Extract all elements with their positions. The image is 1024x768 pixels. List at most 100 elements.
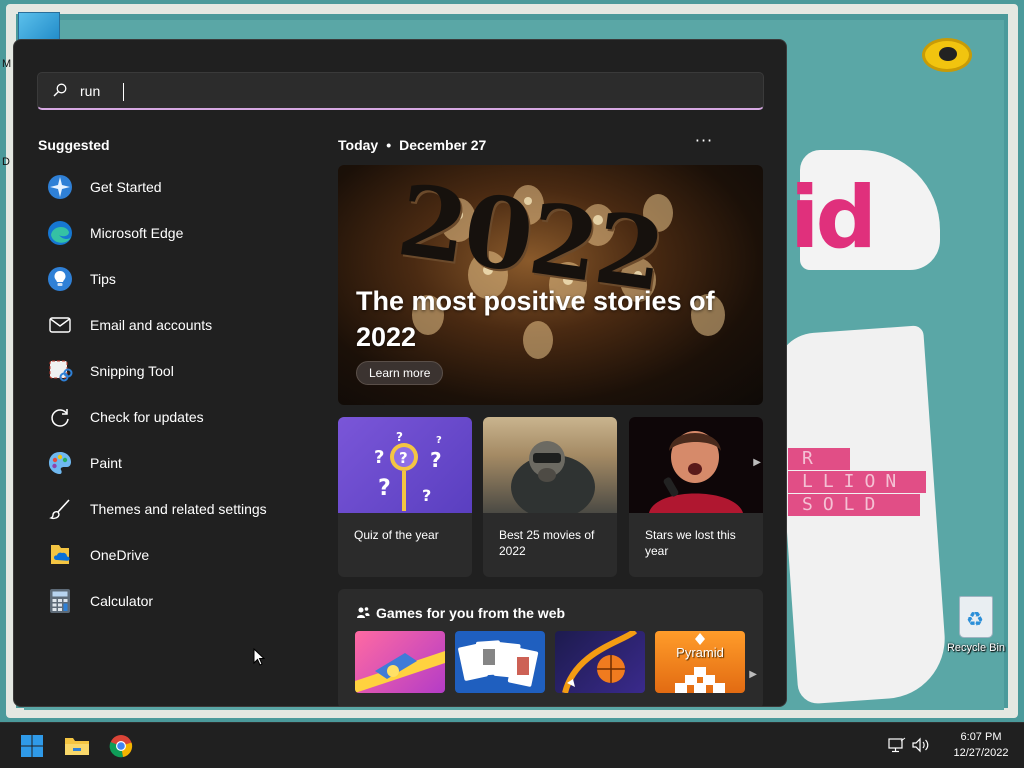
snipping-tool-icon bbox=[46, 357, 74, 385]
svg-text:?: ? bbox=[374, 447, 384, 468]
hero-card[interactable]: 2022 The most positive stories of 2022 L… bbox=[338, 165, 763, 405]
svg-text:?: ? bbox=[430, 448, 442, 472]
svg-text:?: ? bbox=[422, 486, 431, 505]
suggested-item-onedrive[interactable]: OneDrive bbox=[38, 532, 308, 578]
wallpaper-banner-2: LLION bbox=[788, 471, 926, 493]
quiz-image: ?? ?? ?? ? bbox=[338, 417, 472, 513]
suggested-heading: Suggested bbox=[38, 137, 110, 153]
refresh-icon bbox=[46, 403, 74, 431]
basketball-game-image bbox=[562, 631, 638, 693]
movie-pilot-image bbox=[483, 417, 617, 513]
suggested-item-tips[interactable]: Tips bbox=[38, 256, 308, 302]
chrome-button[interactable] bbox=[104, 729, 138, 763]
recycle-bin-desktop-icon[interactable]: Recycle Bin bbox=[944, 596, 1008, 654]
solitaire-cards-image bbox=[458, 640, 539, 687]
suggested-item-label: Get Started bbox=[90, 179, 162, 195]
suggested-item-label: OneDrive bbox=[90, 547, 150, 563]
suggested-item-label: Tips bbox=[90, 271, 116, 287]
suggested-item-label: Check for updates bbox=[90, 409, 204, 425]
onedrive-icon bbox=[46, 541, 74, 569]
search-input[interactable] bbox=[80, 79, 720, 103]
news-cards: ?? ?? ?? ? Quiz of the year Best 25 movi… bbox=[338, 417, 763, 577]
search-box[interactable] bbox=[37, 72, 764, 110]
edge-icon bbox=[46, 219, 74, 247]
paint-icon bbox=[46, 449, 74, 477]
start-menu: Suggested Get Started Microsoft Edge Tip… bbox=[13, 39, 787, 707]
game-tile-solitaire[interactable] bbox=[455, 631, 545, 693]
brush-icon bbox=[46, 495, 74, 523]
mail-icon bbox=[46, 311, 74, 339]
today-separator: • bbox=[386, 137, 392, 153]
suggested-item-label: Paint bbox=[90, 455, 122, 471]
desktop-icon-label-partial-2: D bbox=[2, 156, 10, 168]
wallpaper-banner-1: R bbox=[788, 448, 850, 470]
suggested-item-themes[interactable]: Themes and related settings bbox=[38, 486, 308, 532]
suggested-item-label: Calculator bbox=[90, 593, 154, 609]
get-started-icon bbox=[46, 173, 74, 201]
recycle-bin-label: Recycle Bin bbox=[946, 642, 1006, 654]
network-icon[interactable] bbox=[888, 737, 906, 753]
suggested-item-microsoft-edge[interactable]: Microsoft Edge bbox=[38, 210, 308, 256]
pyramid-title: Pyramid bbox=[676, 645, 724, 660]
games-title: Games for you from the web bbox=[356, 605, 565, 621]
wallpaper-banner-3: SOLD bbox=[788, 494, 920, 516]
more-options-button[interactable]: ··· bbox=[690, 132, 718, 154]
game-tile-pyramid[interactable]: Pyramid bbox=[655, 631, 745, 693]
card-label: Quiz of the year bbox=[354, 528, 439, 542]
search-icon bbox=[53, 83, 67, 97]
hero-title: The most positive stories of 2022 bbox=[356, 286, 715, 352]
chevron-right-icon[interactable]: ▶ bbox=[753, 457, 761, 468]
svg-text:?: ? bbox=[399, 449, 408, 467]
svg-text:?: ? bbox=[378, 476, 391, 501]
singer-image: ▶ bbox=[629, 417, 763, 513]
games-next-icon[interactable]: ▶ bbox=[749, 669, 757, 680]
clock-time: 6:07 PM bbox=[960, 731, 1002, 743]
folder-icon bbox=[65, 738, 89, 755]
suggested-item-snipping-tool[interactable]: Snipping Tool bbox=[38, 348, 308, 394]
volume-icon[interactable] bbox=[912, 737, 930, 753]
pyramid-game-image bbox=[675, 633, 725, 693]
taskbar: 6:07 PM 12/27/2022 bbox=[0, 722, 1024, 768]
games-people-icon bbox=[357, 607, 370, 618]
suggested-list: Get Started Microsoft Edge Tips Email an… bbox=[38, 164, 308, 624]
suggested-item-check-for-updates[interactable]: Check for updates bbox=[38, 394, 308, 440]
recycle-bin-icon bbox=[959, 596, 993, 638]
svg-text:?: ? bbox=[396, 430, 403, 444]
suggested-item-label: Themes and related settings bbox=[90, 501, 267, 517]
wallpaper-bird-badge bbox=[922, 38, 972, 72]
suggested-item-paint[interactable]: Paint bbox=[38, 440, 308, 486]
file-explorer-button[interactable] bbox=[60, 729, 94, 763]
suggested-item-label: Email and accounts bbox=[90, 317, 213, 333]
tips-icon bbox=[46, 265, 74, 293]
card-label: Best 25 movies of 2022 bbox=[499, 528, 595, 558]
chrome-icon bbox=[109, 735, 133, 758]
suggested-item-email-accounts[interactable]: Email and accounts bbox=[38, 302, 308, 348]
text-caret bbox=[123, 83, 124, 101]
racing-game-image bbox=[355, 651, 445, 693]
calculator-icon bbox=[46, 587, 74, 615]
windows-logo-icon bbox=[21, 735, 43, 757]
game-tile-basketball[interactable] bbox=[555, 631, 645, 693]
suggested-item-get-started[interactable]: Get Started bbox=[38, 164, 308, 210]
suggested-item-calculator[interactable]: Calculator bbox=[38, 578, 308, 624]
today-header: Today • December 27 bbox=[338, 137, 486, 153]
svg-text:?: ? bbox=[436, 435, 442, 446]
start-button[interactable] bbox=[15, 729, 49, 763]
card-quiz-of-the-year[interactable]: ?? ?? ?? ? Quiz of the year bbox=[338, 417, 472, 577]
learn-more-button[interactable]: Learn more bbox=[356, 361, 444, 385]
games-section: Games for you from the web Pyramid ▶ bbox=[338, 589, 763, 706]
mouse-cursor-icon bbox=[253, 648, 265, 666]
card-stars-we-lost[interactable]: ▶ Stars we lost this year bbox=[629, 417, 763, 577]
clock-date: 12/27/2022 bbox=[953, 747, 1009, 759]
wallpaper-pink-lettering: id bbox=[790, 168, 877, 268]
game-tile-racer[interactable] bbox=[355, 631, 445, 693]
games-title-label: Games for you from the web bbox=[376, 605, 566, 621]
card-label: Stars we lost this year bbox=[645, 528, 736, 558]
clock[interactable]: 6:07 PM 12/27/2022 bbox=[946, 729, 1016, 761]
suggested-item-label: Microsoft Edge bbox=[90, 225, 184, 241]
today-date: December 27 bbox=[399, 137, 487, 153]
desktop-icon-label-partial: M bbox=[2, 58, 12, 70]
today-label: Today bbox=[338, 137, 379, 153]
card-best-movies[interactable]: Best 25 movies of 2022 bbox=[483, 417, 617, 577]
suggested-item-label: Snipping Tool bbox=[90, 363, 174, 379]
